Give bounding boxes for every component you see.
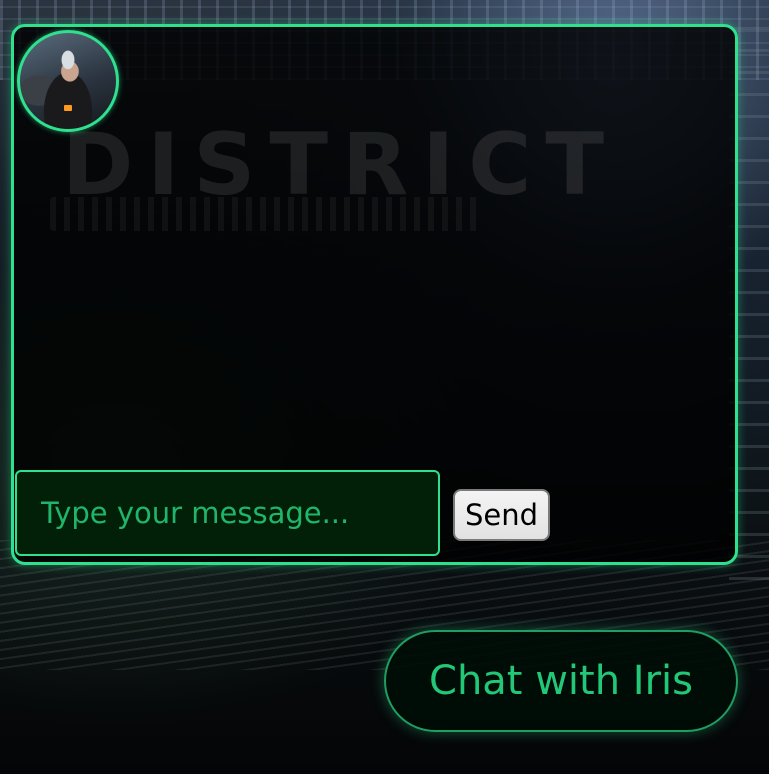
- message-input[interactable]: [15, 470, 440, 556]
- background-watermark-subline: [50, 197, 480, 231]
- send-button[interactable]: Send: [453, 489, 550, 541]
- assistant-avatar: [17, 30, 119, 132]
- message-composer: Send: [15, 470, 730, 560]
- chat-launcher-button[interactable]: Chat with Iris: [384, 630, 738, 732]
- chat-window: DISTRICT Send: [11, 24, 738, 565]
- avatar-accent: [64, 105, 72, 111]
